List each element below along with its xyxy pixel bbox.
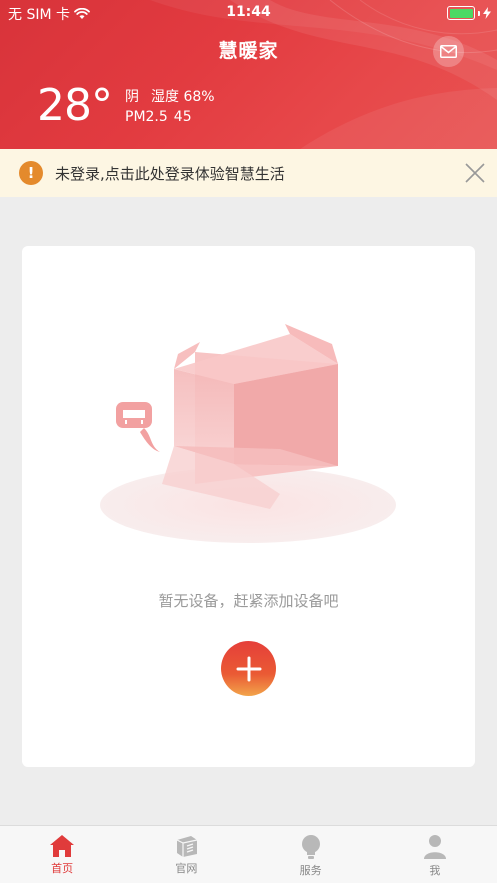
temperature: 28° [37,80,113,131]
weather-line: 阴 湿度 68% [125,86,215,106]
close-icon[interactable] [464,162,486,184]
login-notice-text[interactable]: 未登录,点击此处登录体验智慧生活 [55,163,285,184]
air-quality-line: PM2.5 45 [125,109,192,125]
tab-label: 服务 [299,864,322,877]
message-button[interactable] [433,36,464,67]
humidity: 湿度 68% [151,89,215,105]
status-time: 11:44 [226,4,271,20]
warning-icon: ! [19,161,43,185]
bulb-icon [301,835,320,859]
charging-icon [483,7,491,19]
login-notice-bar[interactable]: ! 未登录,点击此处登录体验智慧生活 [0,149,497,197]
empty-state-message: 暂无设备，赶紧添加设备吧 [158,592,339,610]
mail-icon [440,45,457,58]
header: 无 SIM 卡 11:44 慧暖家 28° 阴 湿度 68% PM2.5 45 [0,0,497,149]
add-device-button[interactable] [221,641,276,696]
weather-condition: 阴 [125,89,139,105]
tab-label: 首页 [51,862,74,875]
empty-box-illustration [100,324,396,543]
tab-label: 官网 [175,862,198,875]
website-icon [177,836,198,857]
plus-icon [236,656,261,681]
pm25-value: 45 [173,109,192,125]
user-icon [423,835,446,859]
tab-label: 我 [429,864,441,877]
pm25-label: PM2.5 [125,109,168,125]
tab-bar: 首页 官网 服务 我 [0,825,497,883]
home-icon [50,835,75,857]
status-bar: 无 SIM 卡 11:44 [0,0,497,26]
battery-level [449,8,473,18]
tab-home[interactable]: 首页 [0,826,124,883]
tab-website[interactable]: 官网 [124,826,248,883]
battery-icon [447,6,475,20]
tab-me[interactable]: 我 [373,826,497,883]
page-title: 慧暖家 [218,40,279,62]
device-card: 暂无设备，赶紧添加设备吧 [22,246,475,767]
tab-service[interactable]: 服务 [249,826,373,883]
